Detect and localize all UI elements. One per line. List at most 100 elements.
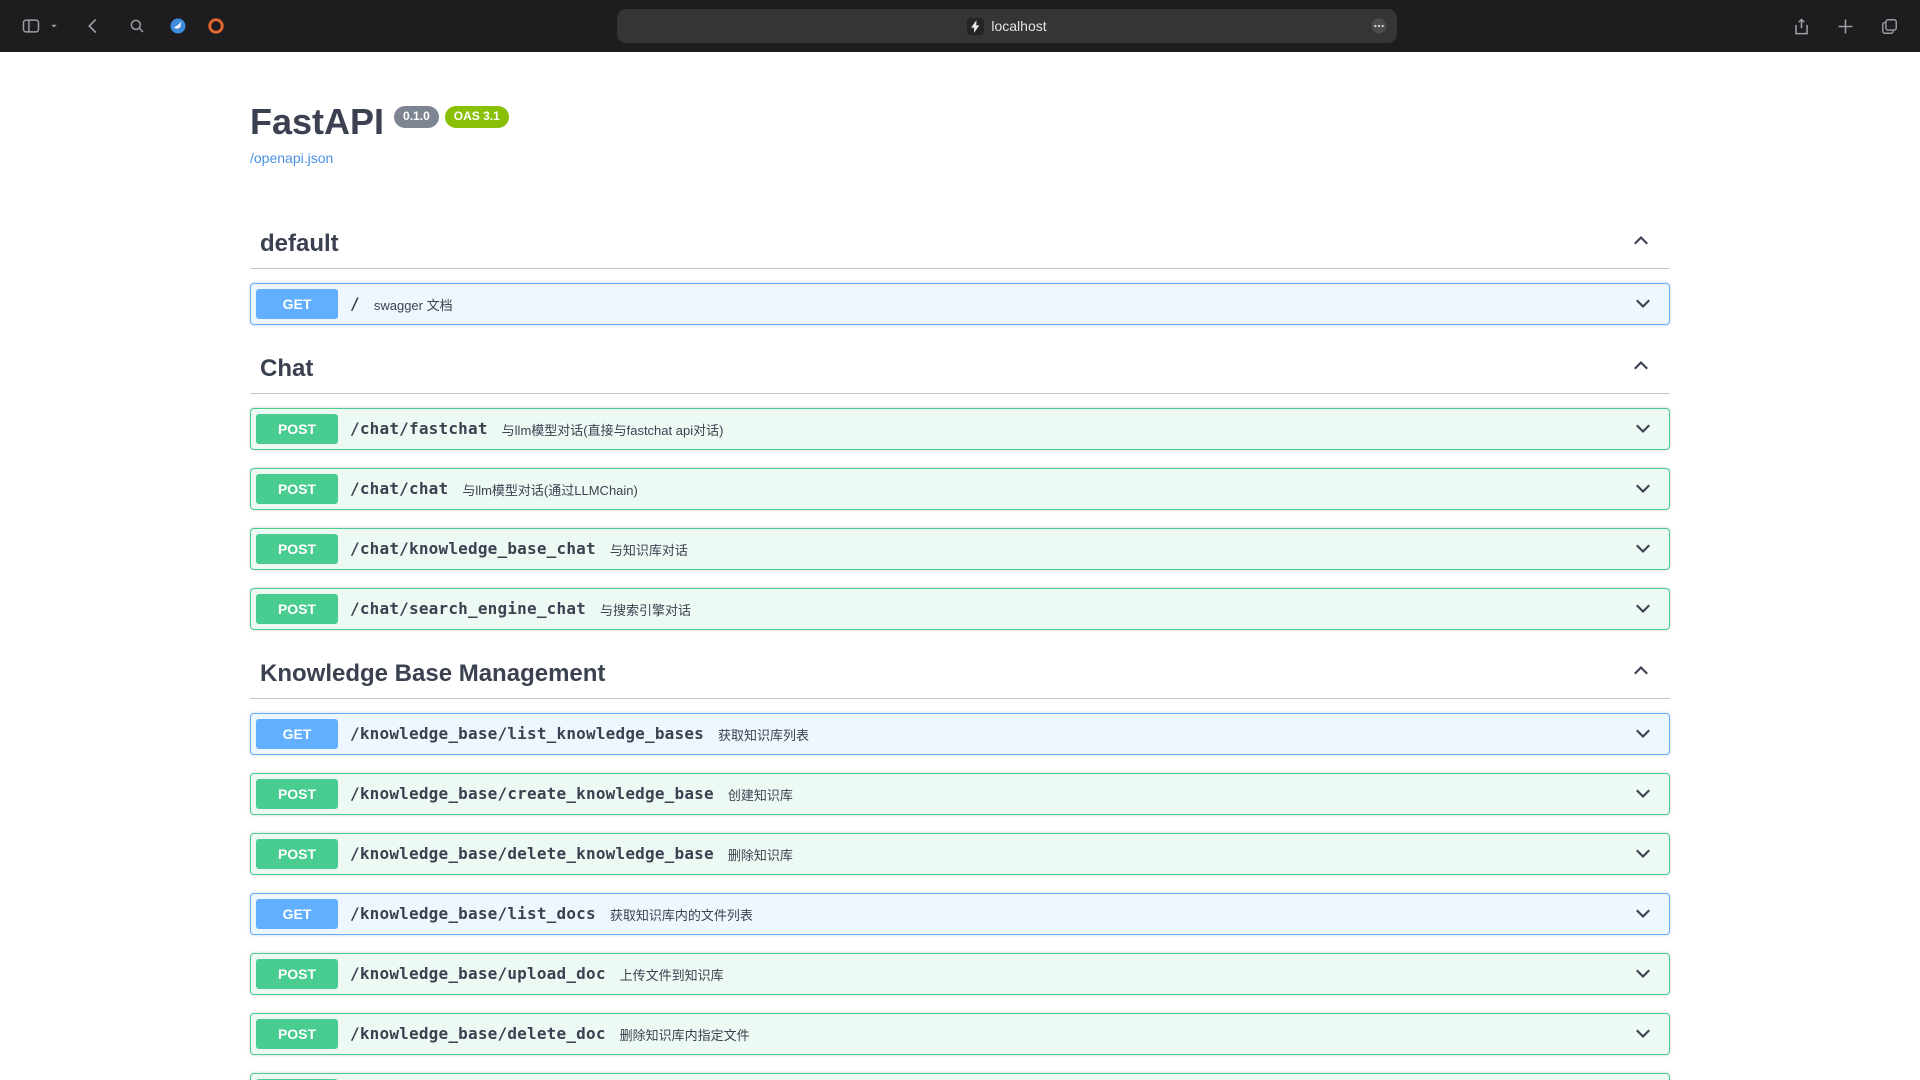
operation-expand-button[interactable] [1632,903,1654,925]
section-header[interactable]: Chat [250,345,1670,394]
operation-path: /chat/search_engine_chat [350,599,586,618]
method-badge: GET [256,899,338,929]
api-title-text: FastAPI [250,102,384,142]
operation-description: 删除知识库 [728,845,793,864]
operation-description: 与llm模型对话(直接与fastchat api对话) [502,420,724,439]
operation-expand-button[interactable] [1632,418,1654,440]
section-title: default [260,230,339,258]
chevron-down-icon [1633,782,1653,805]
pinned-tab-blue-icon [168,16,188,36]
operation-row[interactable]: POST /chat/fastchat 与llm模型对话(直接与fastchat… [250,408,1670,450]
address-bar[interactable]: localhost [617,9,1397,43]
method-badge: POST [256,1019,338,1049]
section-header[interactable]: Knowledge Base Management [250,650,1670,699]
method-badge: POST [256,959,338,989]
operation-description: swagger 文档 [374,295,453,314]
operation-path: /knowledge_base/create_knowledge_base [350,784,714,803]
operation-expand-button[interactable] [1632,963,1654,985]
new-tab-icon [1836,17,1855,36]
method-badge: GET [256,289,338,319]
tab-overview-icon [1880,17,1899,36]
section-collapse-button[interactable] [1630,663,1652,685]
openapi-spec-link[interactable]: /openapi.json [250,150,333,166]
tab-overview-button[interactable] [1876,13,1902,39]
back-icon [84,17,102,35]
sidebar-toggle-button[interactable] [18,13,44,39]
operation-expand-button[interactable] [1632,478,1654,500]
operation-description: 删除知识库内指定文件 [620,1025,750,1044]
browser-toolbar: localhost [0,0,1920,52]
operation-row[interactable]: POST /knowledge_base/delete_knowledge_ba… [250,833,1670,875]
method-badge: POST [256,839,338,869]
section-collapse-button[interactable] [1630,233,1652,255]
operation-row[interactable]: GET / swagger 文档 [250,283,1670,325]
chevron-down-icon [1633,537,1653,560]
oas-badge: OAS 3.1 [445,106,509,128]
operation-row[interactable]: GET /knowledge_base/list_knowledge_bases… [250,713,1670,755]
share-icon [1792,17,1811,36]
method-badge: POST [256,779,338,809]
operation-row[interactable]: GET /knowledge_base/list_docs 获取知识库内的文件列… [250,893,1670,935]
chevron-down-icon [1633,722,1653,745]
chevron-up-icon [1631,232,1651,255]
operation-row[interactable]: POST /chat/search_engine_chat 与搜索引擎对话 [250,588,1670,630]
share-button[interactable] [1788,13,1814,39]
site-favicon-icon [967,18,984,35]
operation-path: /knowledge_base/delete_doc [350,1024,606,1043]
operation-description: 与搜索引擎对话 [600,600,691,619]
operation-description: 与知识库对话 [610,540,688,559]
operation-expand-button[interactable] [1632,293,1654,315]
page-content: FastAPI 0.1.0 OAS 3.1 /openapi.json defa… [0,52,1920,1080]
section-title: Chat [260,355,313,383]
section-header[interactable]: default [250,220,1670,269]
operation-row[interactable]: POST /knowledge_base/update_doc 更新现有文件到知… [250,1073,1670,1080]
operation-list: GET / swagger 文档 [250,283,1670,325]
section-title: Knowledge Base Management [260,660,605,688]
chevron-down-icon [1633,417,1653,440]
pinned-tab-blue[interactable] [168,16,188,36]
search-icon [128,17,146,35]
operation-path: /chat/chat [350,479,448,498]
method-badge: POST [256,594,338,624]
method-badge: GET [256,719,338,749]
operation-expand-button[interactable] [1632,783,1654,805]
operation-description: 上传文件到知识库 [620,965,724,984]
operation-path: /knowledge_base/delete_knowledge_base [350,844,714,863]
search-button[interactable] [124,13,150,39]
chevron-down-icon [1633,902,1653,925]
operation-row[interactable]: POST /knowledge_base/create_knowledge_ba… [250,773,1670,815]
operation-expand-button[interactable] [1632,723,1654,745]
chevron-up-icon [1631,357,1651,380]
page-title: FastAPI 0.1.0 OAS 3.1 [250,102,1670,142]
operation-list: GET /knowledge_base/list_knowledge_bases… [250,713,1670,1080]
section-collapse-button[interactable] [1630,358,1652,380]
operation-row[interactable]: POST /knowledge_base/delete_doc 删除知识库内指定… [250,1013,1670,1055]
operation-row[interactable]: POST /knowledge_base/upload_doc 上传文件到知识库 [250,953,1670,995]
pinned-tab-orange[interactable] [206,16,226,36]
operation-expand-button[interactable] [1632,843,1654,865]
pinned-tab-orange-icon [206,16,226,36]
sidebar-menu-button[interactable] [46,13,62,39]
api-sections: default GET / swagger 文档 Chat [250,220,1670,1080]
page-menu-button[interactable] [1369,16,1389,36]
api-section: default GET / swagger 文档 [250,220,1670,325]
operation-description: 获取知识库内的文件列表 [610,905,753,924]
chevron-up-icon [1631,662,1651,685]
chevron-down-icon [49,21,59,31]
chevron-down-icon [1633,477,1653,500]
back-button[interactable] [80,13,106,39]
operation-path: /chat/fastchat [350,419,488,438]
operation-expand-button[interactable] [1632,1023,1654,1045]
api-section: Chat POST /chat/fastchat 与llm模型对话(直接与fas… [250,345,1670,630]
operation-row[interactable]: POST /chat/chat 与llm模型对话(通过LLMChain) [250,468,1670,510]
new-tab-button[interactable] [1832,13,1858,39]
chevron-down-icon [1633,962,1653,985]
operation-expand-button[interactable] [1632,598,1654,620]
chevron-down-icon [1633,1022,1653,1045]
operation-expand-button[interactable] [1632,538,1654,560]
chevron-down-icon [1633,292,1653,315]
method-badge: POST [256,474,338,504]
operation-row[interactable]: POST /chat/knowledge_base_chat 与知识库对话 [250,528,1670,570]
operation-description: 获取知识库列表 [718,725,809,744]
operation-list: POST /chat/fastchat 与llm模型对话(直接与fastchat… [250,408,1670,630]
